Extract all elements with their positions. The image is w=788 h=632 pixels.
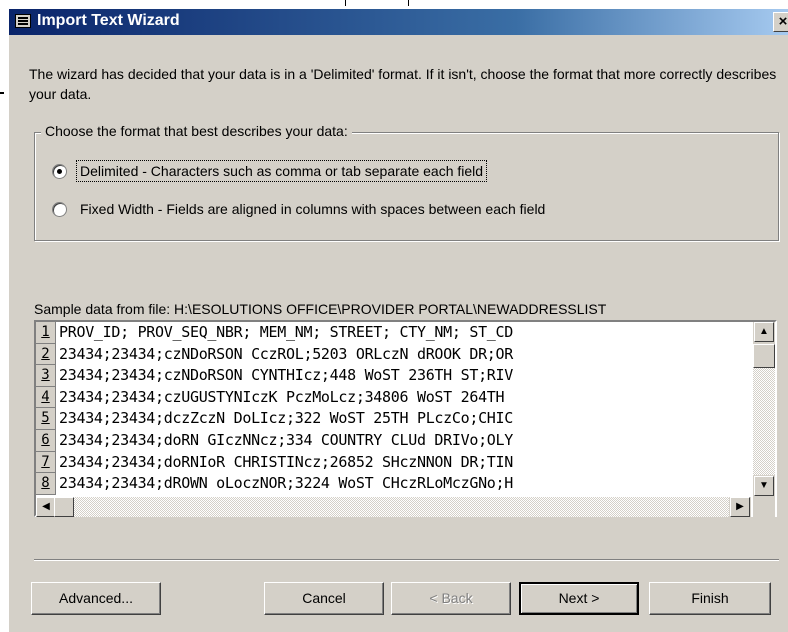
row-number: 2 [36, 343, 56, 366]
table-row: 7 23434;23434;doRNIoR CHRISTINcz;26852 S… [36, 451, 751, 474]
row-number: 8 [36, 473, 56, 495]
horizontal-scroll-track[interactable] [74, 497, 729, 517]
table-row: 6 23434;23434;doRN GIczNNcz;334 COUNTRY … [36, 429, 751, 452]
horizontal-scroll-thumb[interactable] [54, 497, 74, 517]
window-title: Import Text Wizard [37, 12, 180, 29]
separator [34, 559, 779, 561]
sample-data-grid[interactable]: 1 PROV_ID; PROV_SEQ_NBR; MEM_NM; STREET;… [34, 320, 777, 517]
title-bar[interactable]: Import Text Wizard × [9, 9, 788, 35]
row-number: 5 [36, 408, 56, 430]
table-icon [15, 14, 31, 28]
table-row: 5 23434;23434;dczZczN DoLIcz;322 WoST 25… [36, 408, 751, 430]
radio-button-fixed-width[interactable] [52, 201, 67, 217]
row-number: 1 [36, 322, 56, 344]
row-number: 6 [36, 429, 56, 452]
back-button[interactable]: < Back [391, 582, 511, 615]
row-text: 23434;23434;doRN GIczNNcz;334 COUNTRY CL… [59, 430, 514, 449]
background-artifact [345, 0, 346, 6]
vertical-scroll-thumb[interactable] [753, 344, 775, 368]
radio-label-delimited[interactable]: Delimited - Characters such as comma or … [75, 160, 488, 182]
scrollbar-corner [753, 497, 775, 517]
scroll-right-arrow-icon[interactable]: ▶ [730, 497, 750, 517]
advanced-button[interactable]: Advanced... [31, 582, 161, 615]
format-groupbox: Choose the format that best describes yo… [34, 123, 779, 241]
row-number: 7 [36, 451, 56, 474]
row-text: 23434;23434;czUGUSTYNIczK PczMoLcz;34806… [59, 387, 505, 406]
row-text: 23434;23434;czNDoRSON CYNTHIcz;448 WoST … [59, 366, 514, 385]
vertical-scrollbar[interactable]: ▲ ▼ [753, 322, 775, 497]
table-row: 3 23434;23434;czNDoRSON CYNTHIcz;448 WoS… [36, 365, 751, 387]
row-text: 23434;23434;doRNIoR CHRISTINcz;26852 SHc… [59, 452, 514, 471]
close-button[interactable]: × [773, 12, 788, 32]
import-text-wizard-dialog: Import Text Wizard × The wizard has deci… [8, 8, 788, 632]
row-text: PROV_ID; PROV_SEQ_NBR; MEM_NM; STREET; C… [59, 323, 514, 341]
next-button[interactable]: Next > [519, 582, 639, 615]
row-text: 23434;23434;dROWN oLoczNOR;3224 WoST CHc… [59, 474, 514, 493]
background-artifact [0, 92, 4, 94]
sample-rows: 1 PROV_ID; PROV_SEQ_NBR; MEM_NM; STREET;… [36, 322, 751, 497]
radio-label-fixed-width[interactable]: Fixed Width - Fields are aligned in colu… [77, 199, 548, 219]
radio-fixed-width[interactable]: Fixed Width - Fields are aligned in colu… [52, 199, 548, 219]
scroll-left-arrow-icon[interactable]: ◀ [36, 497, 56, 517]
table-row: 8 23434;23434;dROWN oLoczNOR;3224 WoST C… [36, 473, 751, 495]
scroll-down-arrow-icon[interactable]: ▼ [754, 476, 774, 496]
row-number: 4 [36, 386, 56, 409]
finish-button[interactable]: Finish [649, 582, 771, 615]
row-text: 23434;23434;czNDoRSON CczROL;5203 ORLczN… [59, 344, 514, 363]
table-row: 4 23434;23434;czUGUSTYNIczK PczMoLcz;348… [36, 386, 751, 409]
radio-button-delimited[interactable] [52, 163, 67, 179]
background-artifact [408, 0, 409, 6]
scroll-up-arrow-icon[interactable]: ▲ [754, 322, 774, 342]
intro-text: The wizard has decided that your data is… [29, 66, 777, 102]
sample-data-label: Sample data from file: H:\ESOLUTIONS OFF… [34, 301, 607, 317]
radio-delimited[interactable]: Delimited - Characters such as comma or … [52, 160, 488, 182]
table-row: 2 23434;23434;czNDoRSON CczROL;5203 ORLc… [36, 343, 751, 366]
table-row: 1 PROV_ID; PROV_SEQ_NBR; MEM_NM; STREET;… [36, 322, 751, 344]
row-number: 3 [36, 365, 56, 387]
horizontal-scrollbar[interactable]: ◀ ▶ [36, 497, 751, 517]
format-group-legend: Choose the format that best describes yo… [41, 123, 352, 139]
cancel-button[interactable]: Cancel [264, 582, 384, 615]
row-text: 23434;23434;dczZczN DoLIcz;322 WoST 25TH… [59, 409, 514, 428]
